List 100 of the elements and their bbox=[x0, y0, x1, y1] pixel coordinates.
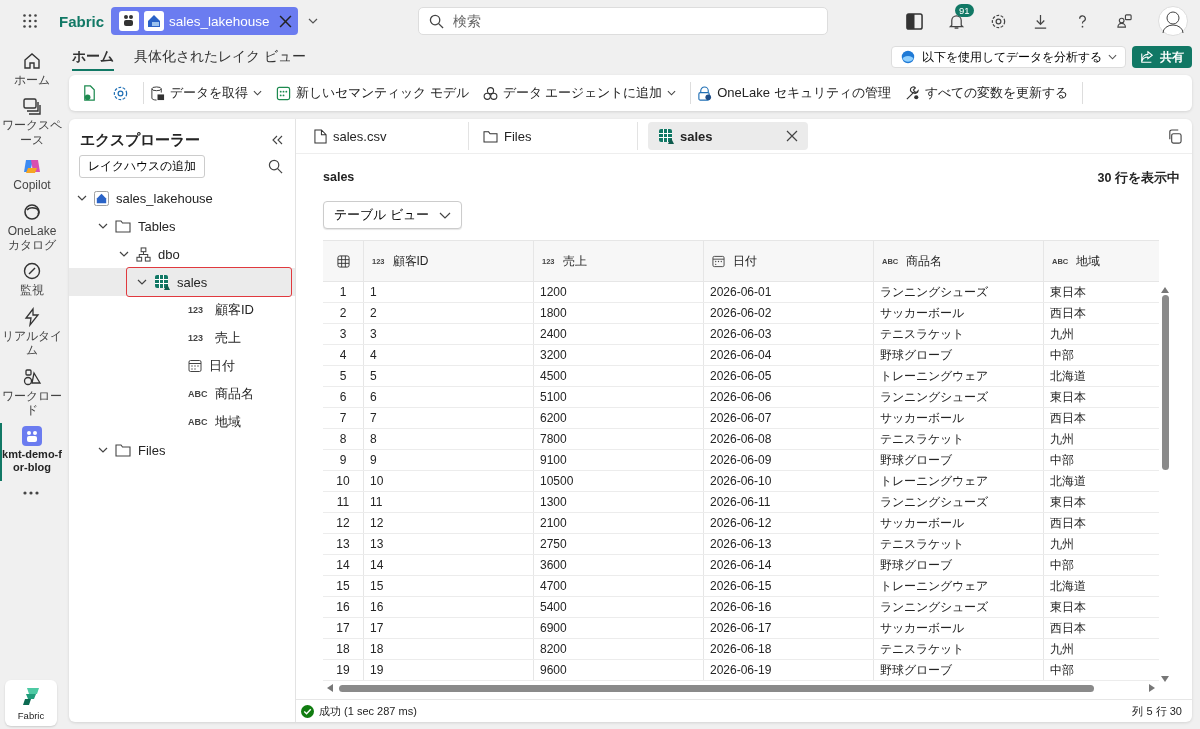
toolbar-button[interactable]: 新しいセマンティック モデル bbox=[276, 84, 469, 102]
tree-item[interactable]: 日付 bbox=[69, 352, 295, 380]
scroll-thumb[interactable] bbox=[339, 684, 1094, 692]
share-button[interactable]: 共有 bbox=[1132, 46, 1192, 68]
column-header[interactable]: 日付 bbox=[704, 241, 874, 281]
add-lakehouse-button[interactable]: レイクハウスの追加 bbox=[79, 155, 205, 178]
row-number: 8 bbox=[323, 429, 364, 449]
table-cell: 1800 bbox=[534, 303, 704, 323]
table-cell: トレーニングウェア bbox=[874, 366, 1044, 386]
row-number: 15 bbox=[323, 576, 364, 596]
table-cell: 1300 bbox=[534, 492, 704, 512]
analyze-dropdown[interactable]: 以下を使用してデータを分析する bbox=[891, 46, 1126, 68]
rail-item[interactable]: kmt-demo-for-blog bbox=[0, 423, 62, 481]
copy-icon[interactable] bbox=[1167, 128, 1182, 144]
download-icon[interactable] bbox=[1032, 12, 1049, 30]
rail-item[interactable]: ホーム bbox=[0, 48, 62, 94]
table-cell: 野球グローブ bbox=[874, 555, 1044, 575]
toolbar-button[interactable]: データを取得 bbox=[150, 84, 262, 102]
wrench-icon bbox=[904, 85, 920, 101]
table-cell: 13 bbox=[364, 534, 534, 554]
avatar-icon[interactable] bbox=[1158, 6, 1188, 36]
table-cell: ランニングシューズ bbox=[874, 282, 1044, 302]
table-cell: 2026-06-10 bbox=[704, 471, 874, 491]
close-icon[interactable] bbox=[278, 14, 292, 28]
scroll-right-arrow-icon[interactable] bbox=[1149, 684, 1155, 692]
ribbon-tab[interactable]: ホーム bbox=[72, 43, 114, 71]
panel-icon[interactable] bbox=[906, 12, 923, 30]
table-cell-text: 東日本 bbox=[1049, 388, 1087, 406]
table-cell: ランニングシューズ bbox=[874, 597, 1044, 617]
rail-label: 監視 bbox=[19, 283, 45, 298]
tree-item[interactable]: dbo bbox=[69, 240, 295, 268]
toolbar-button[interactable]: すべての変数を更新する bbox=[904, 84, 1068, 102]
feedback-icon[interactable] bbox=[1116, 12, 1133, 30]
table-cell-text: 北海道 bbox=[1049, 577, 1087, 595]
app-launcher-icon[interactable] bbox=[23, 14, 37, 28]
chevron-down-icon[interactable] bbox=[307, 18, 318, 24]
table-cell: 野球グローブ bbox=[874, 345, 1044, 365]
toolbar-button[interactable]: データ エージェントに追加 bbox=[482, 84, 677, 102]
tree-item[interactable]: 123 顧客ID bbox=[69, 296, 295, 324]
tree-item[interactable]: sales bbox=[126, 267, 292, 297]
table-cell: サッカーボール bbox=[874, 408, 1044, 428]
database-icon bbox=[150, 85, 165, 101]
view-dropdown[interactable]: テーブル ビュー bbox=[323, 201, 462, 229]
scroll-up-arrow-icon[interactable] bbox=[1161, 287, 1169, 293]
table-cell-text: 中部 bbox=[1049, 451, 1075, 469]
row-number: 6 bbox=[323, 387, 364, 407]
bell-icon[interactable] bbox=[948, 12, 965, 30]
tree-label: Files bbox=[138, 442, 166, 458]
document-tab[interactable]: sales bbox=[648, 122, 808, 150]
settings-icon[interactable] bbox=[112, 84, 129, 102]
table-cell: 18 bbox=[364, 639, 534, 659]
table-cell-text: 中部 bbox=[1049, 346, 1075, 364]
table-cell: 9 bbox=[364, 450, 534, 470]
lakehouse-icon bbox=[94, 190, 109, 206]
table-cell-text: 九州 bbox=[1049, 535, 1075, 553]
rail-item[interactable]: ワークスペース bbox=[0, 93, 62, 154]
close-icon[interactable] bbox=[786, 130, 798, 142]
tree-label: 商品名 bbox=[215, 385, 254, 403]
tree-item[interactable]: Tables bbox=[69, 212, 295, 240]
table-cell: 2400 bbox=[534, 324, 704, 344]
table-cell: サッカーボール bbox=[874, 513, 1044, 533]
rail-item[interactable]: リアルタイム bbox=[0, 303, 62, 364]
collapse-icon[interactable] bbox=[271, 135, 283, 145]
document-tab[interactable]: sales.csv bbox=[310, 122, 469, 150]
item-tab[interactable]: sales_lakehouse bbox=[111, 7, 298, 35]
cursor-position: 列 5 行 30 bbox=[1132, 703, 1182, 719]
table-cell: 2026-06-14 bbox=[704, 555, 874, 575]
document-tab[interactable]: Files bbox=[479, 122, 638, 150]
tree-item[interactable]: sales_lakehouse bbox=[69, 184, 295, 212]
lightning-icon bbox=[22, 306, 42, 327]
table-cell: 12 bbox=[364, 513, 534, 533]
scroll-thumb[interactable] bbox=[1161, 295, 1169, 470]
scroll-down-arrow-icon[interactable] bbox=[1161, 676, 1169, 682]
more-icon[interactable] bbox=[23, 490, 39, 495]
toolbar-button[interactable]: OneLake セキュリティの管理 bbox=[697, 84, 891, 102]
rail-item[interactable]: OneLake カタログ bbox=[0, 198, 62, 259]
row-number: 16 bbox=[323, 597, 364, 617]
table-cell: 17 bbox=[364, 618, 534, 638]
search-field[interactable]: 検索 bbox=[417, 7, 828, 35]
table-cell: 2750 bbox=[534, 534, 704, 554]
column-name: 地域 bbox=[1076, 252, 1101, 270]
column-name: 商品名 bbox=[906, 252, 943, 270]
ribbon-tab[interactable]: 具体化されたレイク ビュー bbox=[134, 43, 306, 71]
tree-item[interactable]: 123 売上 bbox=[69, 324, 295, 352]
rail-item[interactable]: Copilot bbox=[0, 153, 62, 199]
table-cell-text: 西日本 bbox=[1049, 514, 1087, 532]
rail-item[interactable]: 監視 bbox=[0, 258, 62, 304]
table-cell: 10500 bbox=[534, 471, 704, 491]
search-icon[interactable] bbox=[268, 159, 283, 174]
scroll-left-arrow-icon[interactable] bbox=[327, 684, 333, 692]
tree-item[interactable]: ABC 商品名 bbox=[69, 380, 295, 408]
document-refresh-icon[interactable] bbox=[81, 84, 98, 102]
table-cell: テニスラケット bbox=[874, 534, 1044, 554]
rail-item[interactable]: ワークロード bbox=[0, 363, 62, 424]
tree-item[interactable]: ABC 地域 bbox=[69, 408, 295, 436]
table-cell: 2026-06-07 bbox=[704, 408, 874, 428]
table-cell-text: 西日本 bbox=[1049, 409, 1087, 427]
settings-icon[interactable] bbox=[990, 12, 1007, 30]
fabric-switcher[interactable]: Fabric bbox=[5, 680, 57, 726]
tree-item[interactable]: Files bbox=[69, 436, 295, 464]
